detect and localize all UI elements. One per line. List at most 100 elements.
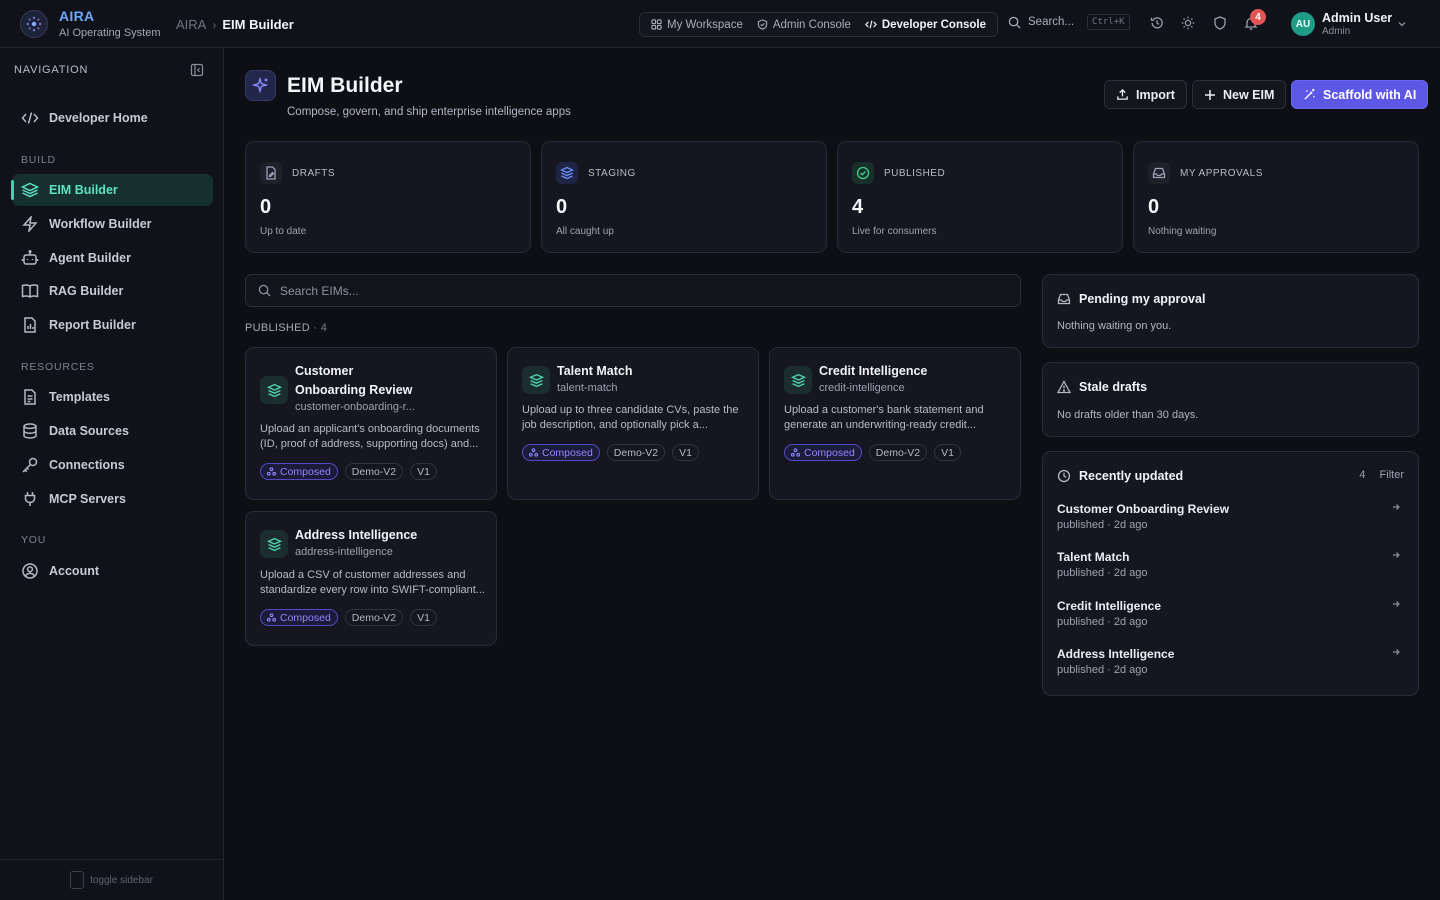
filter-button[interactable]: Filter <box>1380 469 1404 481</box>
recent-item[interactable]: Customer Onboarding Review published · 2… <box>1057 502 1405 531</box>
stat-card-staging[interactable]: STAGING 0 All caught up <box>541 141 827 253</box>
new-eim-button[interactable]: New EIM <box>1192 80 1287 109</box>
grid-icon <box>651 19 662 30</box>
recent-item-meta: published · 2d ago <box>1057 567 1148 579</box>
user-menu[interactable]: Admin User Admin <box>1322 11 1392 37</box>
global-search[interactable]: Search... Ctrl+K <box>1008 14 1130 30</box>
card-title-line: Credit Intelligence <box>819 364 928 378</box>
sidebar-collapse-icon[interactable] <box>190 63 204 77</box>
page-title: EIM Builder <box>287 74 403 97</box>
shield-icon <box>757 19 768 30</box>
sidebar-item-label: EIM Builder <box>49 183 118 197</box>
sidebar-heading: NAVIGATION <box>14 64 89 76</box>
recent-item-name: Address Intelligence <box>1057 647 1175 661</box>
eim-card-address-intelligence[interactable]: Address Intelligence address-intelligenc… <box>245 511 497 646</box>
scaffold-button-label: Scaffold with AI <box>1323 87 1417 102</box>
bot-icon <box>21 250 39 265</box>
bolt-icon <box>22 216 38 232</box>
switch-admin-console[interactable]: Admin Console <box>750 13 858 36</box>
stat-note: Nothing waiting <box>1148 226 1217 237</box>
breadcrumb-root[interactable]: AIRA <box>176 17 206 32</box>
switch-label: My Workspace <box>667 18 743 31</box>
breadcrumb: AIRA › EIM Builder <box>176 17 294 32</box>
theme-sun-icon[interactable] <box>1181 16 1195 30</box>
stat-card-my-approvals[interactable]: MY APPROVALS 0 Nothing waiting <box>1133 141 1419 253</box>
page-subtitle: Compose, govern, and ship enterprise int… <box>287 106 571 118</box>
console-switcher: My Workspace Admin Console Developer Con… <box>639 12 998 37</box>
import-button[interactable]: Import <box>1104 80 1187 109</box>
recent-item[interactable]: Talent Match published · 2d ago <box>1057 550 1405 579</box>
recent-item-meta: published · 2d ago <box>1057 519 1148 531</box>
shield-status-icon[interactable] <box>1213 16 1227 30</box>
sidebar-item-label: Data Sources <box>49 424 129 438</box>
top-bar: AIRA AI Operating System AIRA › EIM Buil… <box>0 0 1440 48</box>
tag-env: Demo-V2 <box>344 463 404 480</box>
stat-label: DRAFTS <box>292 167 335 179</box>
tag-label: Composed <box>804 446 855 459</box>
code-icon <box>21 112 39 124</box>
stat-note: Live for consumers <box>852 226 937 237</box>
tag-composed: Composed <box>260 609 338 626</box>
stat-card-drafts[interactable]: DRAFTS 0 Up to date <box>245 141 531 253</box>
avatar[interactable]: AU <box>1291 12 1315 36</box>
tag-version: V1 <box>410 609 437 626</box>
recent-item[interactable]: Address Intelligence published · 2d ago <box>1057 647 1405 676</box>
panel-title: Pending my approval <box>1079 292 1206 306</box>
aira-logo-icon[interactable] <box>20 10 48 38</box>
recent-count: 4 <box>1359 469 1366 481</box>
sidebar-item-label: MCP Servers <box>49 492 126 506</box>
sidebar-section-you: YOU <box>21 534 47 546</box>
scaffold-with-ai-button[interactable]: Scaffold with AI <box>1291 80 1429 109</box>
sidebar-toggle[interactable]: toggle sidebar <box>0 859 223 900</box>
stat-value: 0 <box>1148 196 1160 218</box>
sidebar: NAVIGATION Developer Home BUILD EIM Buil… <box>0 48 224 900</box>
sidebar-item-mcp-servers[interactable]: MCP Servers <box>12 483 213 515</box>
switch-developer-console[interactable]: Developer Console <box>858 13 993 36</box>
sidebar-item-eim-builder[interactable]: EIM Builder <box>11 174 213 206</box>
sidebar-item-workflow-builder[interactable]: Workflow Builder <box>12 208 213 240</box>
import-button-label: Import <box>1136 87 1175 102</box>
history-icon[interactable] <box>1150 16 1164 30</box>
search-input[interactable]: Search EIMs... <box>245 274 1021 307</box>
tag-version: V1 <box>672 444 699 461</box>
brand[interactable]: AIRA AI Operating System <box>59 8 161 39</box>
sidebar-item-label: Report Builder <box>49 318 136 332</box>
breadcrumb-current: EIM Builder <box>222 17 294 32</box>
recent-item-name: Customer Onboarding Review <box>1057 502 1230 516</box>
search-placeholder: Search EIMs... <box>280 283 359 298</box>
sidebar-item-report-builder[interactable]: Report Builder <box>12 309 213 341</box>
chevron-down-icon[interactable] <box>1397 19 1407 29</box>
switch-my-workspace[interactable]: My Workspace <box>644 13 750 36</box>
sidebar-item-data-sources[interactable]: Data Sources <box>12 415 213 447</box>
sidebar-item-label: Connections <box>49 458 125 472</box>
plus-icon <box>1205 89 1215 100</box>
recent-item[interactable]: Credit Intelligence published · 2d ago <box>1057 599 1405 628</box>
sidebar-item-rag-builder[interactable]: RAG Builder <box>12 275 213 307</box>
sidebar-item-templates[interactable]: Templates <box>12 381 213 413</box>
eim-card-customer-onboarding-review[interactable]: Customer Onboarding Review customer-onbo… <box>245 347 497 500</box>
card-description: Upload a customer's bank statement and g… <box>784 403 1012 433</box>
card-slug: talent-match <box>557 382 618 394</box>
tag-env: Demo-V2 <box>606 444 666 461</box>
card-desc-line: (ID, proof of address, supporting docs) … <box>260 438 479 450</box>
key-icon <box>22 457 38 473</box>
sidebar-item-agent-builder[interactable]: Agent Builder <box>12 242 213 274</box>
card-desc-line: Upload up to three candidate CVs, paste … <box>522 404 739 416</box>
upload-icon <box>1117 88 1128 100</box>
sidebar-item-account[interactable]: Account <box>12 555 213 587</box>
stat-card-published[interactable]: PUBLISHED 4 Live for consumers <box>837 141 1123 253</box>
card-desc-line: generate an underwriting-ready credit... <box>784 419 976 431</box>
eim-card-credit-intelligence[interactable]: Credit Intelligence credit-intelligence … <box>769 347 1021 500</box>
recent-item-name: Credit Intelligence <box>1057 599 1162 613</box>
code-icon <box>864 20 877 29</box>
global-search-label: Search... <box>1028 16 1075 28</box>
card-title: Credit Intelligence <box>819 362 927 381</box>
layers-icon <box>784 366 812 394</box>
search-icon <box>258 284 271 297</box>
eim-card-talent-match[interactable]: Talent Match talent-match Upload up to t… <box>507 347 759 500</box>
sidebar-item-connections[interactable]: Connections <box>12 449 213 481</box>
sidebar-item-developer-home[interactable]: Developer Home <box>12 102 213 134</box>
published-count: · 4 <box>313 322 328 334</box>
warning-icon <box>1057 380 1071 394</box>
new-eim-button-label: New EIM <box>1223 87 1275 102</box>
